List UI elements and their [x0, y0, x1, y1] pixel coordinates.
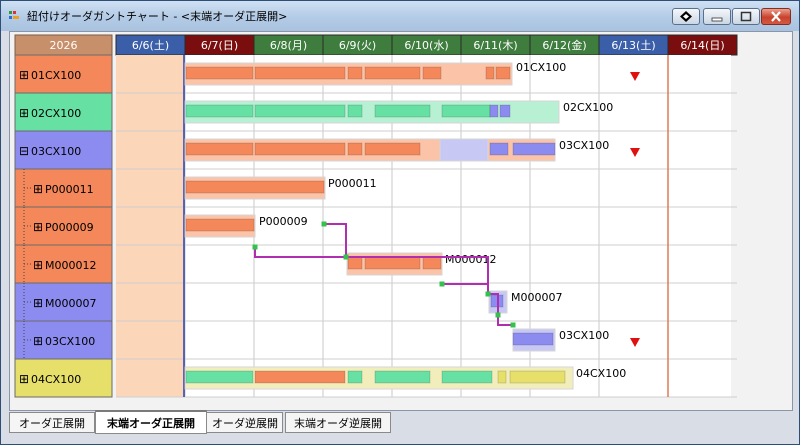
gantt-bar[interactable]	[495, 66, 511, 80]
link-anchor	[439, 281, 445, 287]
row-label: P000009	[45, 221, 94, 234]
gantt-bar[interactable]	[254, 104, 346, 118]
year-label: 2026	[50, 39, 78, 52]
minimize-button[interactable]	[703, 8, 731, 25]
diamond-button[interactable]	[672, 8, 700, 25]
maximize-button[interactable]	[732, 8, 760, 25]
bar-label: 03CX100	[559, 139, 609, 152]
day-header-label: 6/6(土)	[132, 39, 169, 52]
expand-icon: ⊞	[19, 68, 29, 82]
day-header-label: 6/14(日)	[680, 39, 724, 52]
row-label: 04CX100	[31, 373, 81, 386]
close-icon	[771, 11, 781, 22]
expand-icon: ⊞	[33, 220, 43, 234]
gantt-bar[interactable]	[499, 104, 511, 118]
maximize-icon	[740, 11, 752, 22]
bar-label: 01CX100	[516, 61, 566, 74]
gantt-bar[interactable]	[489, 142, 509, 156]
tab-order-forward[interactable]: オーダ正展開	[9, 412, 95, 433]
gantt-bar[interactable]	[364, 66, 421, 80]
expand-icon: ⊞	[33, 296, 43, 310]
day-header-label: 6/7(日)	[201, 39, 238, 52]
app-gantt-icon	[9, 11, 19, 19]
bar-background[interactable]	[439, 138, 489, 162]
gantt-bar[interactable]	[185, 218, 255, 232]
row-label: 03CX100	[45, 335, 95, 348]
gantt-chart[interactable]: 2026 6/6(土) 6/7(日) 6/8(月) 6/9(火) 6/10(水) 6/11(…	[10, 32, 792, 410]
day-header-label: 6/8(月)	[270, 39, 307, 52]
tab-terminal-order-reverse[interactable]: 末端オーダ逆展開	[285, 412, 391, 433]
day-header-label: 6/12(金)	[542, 38, 586, 52]
gantt-bar[interactable]	[347, 256, 363, 270]
bar-label: 03CX100	[559, 329, 609, 342]
gantt-bar[interactable]	[185, 104, 254, 118]
diamond-icon	[680, 11, 692, 22]
day-header-label: 6/11(木)	[473, 39, 517, 52]
gantt-bar[interactable]	[422, 256, 442, 270]
link-anchor	[485, 291, 491, 297]
gantt-bar[interactable]	[441, 370, 493, 384]
day-header-label: 6/10(水)	[404, 39, 448, 52]
link-anchor	[343, 254, 349, 260]
tab-order-reverse[interactable]: 末端オーダ正展開	[95, 410, 207, 434]
gantt-bar[interactable]	[364, 256, 421, 270]
application-window: 紐付けオーダガントチャート - <末端オーダ正展開> 2026 6/6(土) 6/7…	[0, 0, 800, 445]
gantt-bar[interactable]	[185, 66, 254, 80]
gantt-bar[interactable]	[185, 180, 325, 194]
close-button[interactable]	[761, 8, 791, 25]
gantt-bar[interactable]	[347, 370, 363, 384]
gantt-bar[interactable]	[347, 142, 363, 156]
expand-icon: ⊞	[33, 334, 43, 348]
gantt-bar[interactable]	[374, 370, 431, 384]
gantt-bar[interactable]	[441, 104, 491, 118]
gantt-bar[interactable]	[509, 370, 566, 384]
bar-label: M000007	[511, 291, 562, 304]
gantt-bar[interactable]	[185, 142, 254, 156]
collapse-icon: ⊟	[19, 144, 29, 158]
window-title: 紐付けオーダガントチャート - <末端オーダ正展開>	[27, 10, 288, 23]
row-label: 02CX100	[31, 107, 81, 120]
gantt-bar[interactable]	[364, 142, 421, 156]
gantt-bar[interactable]	[497, 370, 507, 384]
gantt-bar[interactable]	[185, 370, 254, 384]
gantt-bar[interactable]	[485, 66, 495, 80]
gantt-bar[interactable]	[512, 142, 556, 156]
gantt-bar[interactable]	[489, 104, 499, 118]
bar-label: P000009	[259, 215, 308, 228]
past-day-column	[116, 55, 185, 397]
day-header-label: 6/9(火)	[339, 39, 376, 52]
link-anchor	[495, 312, 501, 318]
row-label: 03CX100	[31, 145, 81, 158]
expand-icon: ⊞	[33, 258, 43, 272]
expand-icon: ⊞	[19, 372, 29, 386]
row-label: M000012	[45, 259, 96, 272]
title-bar[interactable]: 紐付けオーダガントチャート - <末端オーダ正展開>	[1, 1, 799, 31]
gantt-bar[interactable]	[254, 66, 346, 80]
row-label: 01CX100	[31, 69, 81, 82]
row-label: P000011	[45, 183, 94, 196]
tab-terminal-order-forward[interactable]: オーダ逆展開	[205, 412, 283, 433]
gantt-bar[interactable]	[254, 142, 346, 156]
gantt-bar[interactable]	[422, 66, 442, 80]
gantt-bar[interactable]	[347, 66, 363, 80]
gantt-bar[interactable]	[512, 332, 554, 346]
gantt-chart-area[interactable]: 2026 6/6(土) 6/7(日) 6/8(月) 6/9(火) 6/10(水) 6/11(…	[9, 31, 793, 411]
day-header-label: 6/13(土)	[611, 39, 655, 52]
gantt-bar[interactable]	[374, 104, 431, 118]
bar-label: 04CX100	[576, 367, 626, 380]
gantt-bar[interactable]	[347, 104, 363, 118]
gantt-bar[interactable]	[254, 370, 346, 384]
row-label: M000007	[45, 297, 96, 310]
bar-label: P000011	[328, 177, 377, 190]
bar-label: 02CX100	[563, 101, 613, 114]
expand-icon: ⊞	[33, 182, 43, 196]
minimize-icon	[711, 17, 723, 22]
link-anchor	[510, 322, 516, 328]
link-anchor	[321, 221, 327, 227]
expand-icon: ⊞	[19, 106, 29, 120]
link-anchor	[252, 244, 258, 250]
